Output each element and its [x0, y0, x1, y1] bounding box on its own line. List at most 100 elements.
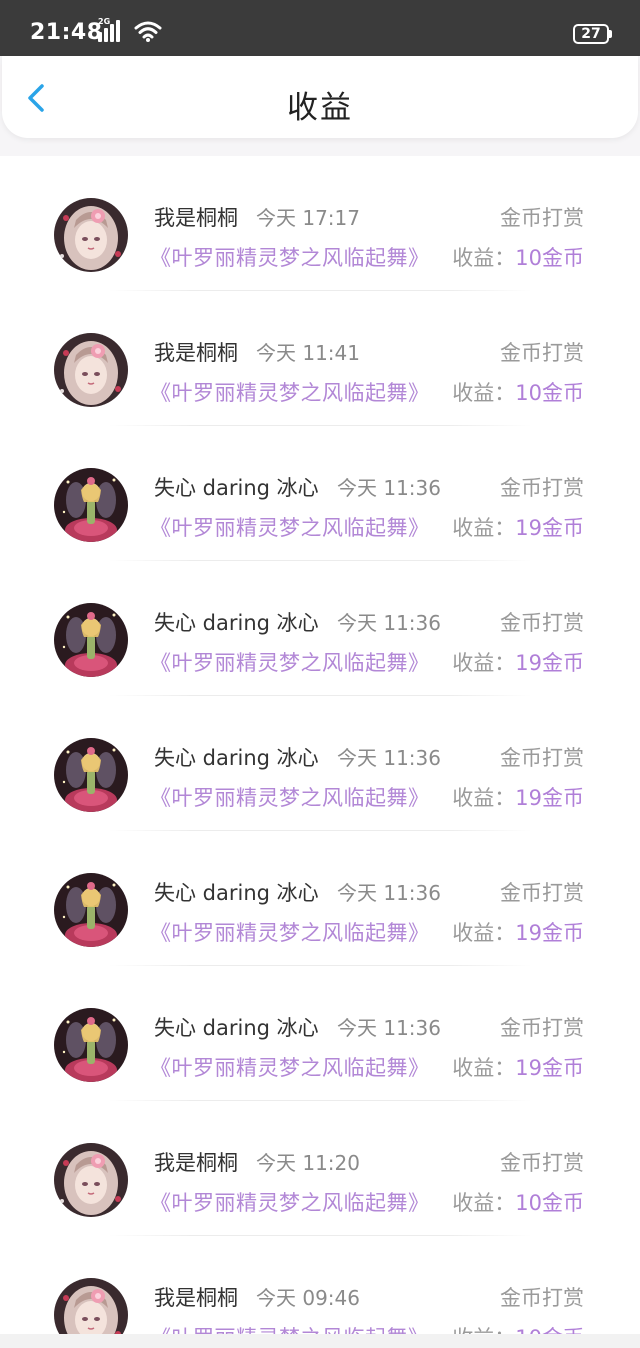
reward-type: 金币打赏	[500, 881, 584, 905]
cellular-signal-icon: 2G	[98, 17, 120, 42]
entry-time: 今天 11:36	[337, 746, 441, 770]
list-item[interactable]: 失心 daring 冰心 今天 11:36 金币打赏《叶罗丽精灵梦之风临起舞》 收益：…	[0, 966, 640, 1101]
reward-type: 金币打赏	[500, 476, 584, 500]
header: 收益	[2, 56, 638, 138]
income-label: 收益：	[452, 786, 516, 810]
entry-time: 今天 11:41	[256, 341, 360, 365]
work-title-link[interactable]: 《叶罗丽精灵梦之风临起舞》	[150, 242, 430, 272]
list-item[interactable]: 我是桐桐 今天 11:41 金币打赏《叶罗丽精灵梦之风临起舞》 收益：10金币	[0, 291, 640, 426]
entry-time: 今天 11:36	[337, 1016, 441, 1040]
bottom-bar	[0, 1334, 640, 1348]
income-value: 19金币	[515, 1056, 584, 1080]
income-value: 10金币	[515, 246, 584, 270]
income: 收益：19金币	[452, 782, 584, 812]
list-item[interactable]: 我是桐桐 今天 11:20 金币打赏 《叶罗丽精灵梦之风临起舞》 收益：10金币	[0, 1101, 640, 1236]
avatar[interactable]	[54, 1143, 128, 1217]
status-time: 21:48	[30, 20, 103, 45]
avatar[interactable]	[54, 1008, 128, 1082]
status-icons: 2G	[98, 17, 162, 42]
entry-time: 今天 11:36	[337, 611, 441, 635]
list-item[interactable]: 我是桐桐今天 09:46 金币打赏《叶罗丽精灵梦之风临起舞》 收益：10金币	[0, 1236, 640, 1334]
fairy-portrait	[54, 468, 128, 542]
income-value: 19金币	[515, 651, 584, 675]
reward-type: 金币打赏	[500, 1286, 584, 1310]
income: 收益：19金币	[452, 647, 584, 677]
user-name: 我是桐桐	[154, 1151, 238, 1175]
income-label: 收益：	[452, 1326, 515, 1334]
income: 收益：10金币	[452, 377, 584, 407]
status-bar: 21:48 2G 27	[0, 0, 640, 56]
fairy-portrait	[54, 873, 128, 947]
work-title-link[interactable]: 《叶罗丽精灵梦之风临起舞》	[150, 782, 430, 812]
entry-time: 今天 09:46	[256, 1286, 360, 1310]
user-name: 失心 daring 冰心	[154, 1016, 319, 1040]
entry-time: 今天 11:36	[337, 476, 441, 500]
entry-time: 今天 17:17	[256, 206, 360, 230]
battery-icon: 27	[573, 24, 609, 44]
list-item[interactable]: 失心 daring 冰心 今天 11:36 金币打赏《叶罗丽精灵梦之风临起舞》 收益：…	[0, 696, 640, 831]
network-type: 2G	[98, 17, 111, 26]
user-name: 我是桐桐	[154, 341, 238, 365]
doll-portrait	[54, 1278, 128, 1334]
user-name: 失心 daring 冰心	[154, 611, 319, 635]
reward-type: 金币打赏	[500, 746, 584, 770]
reward-type: 金币打赏	[500, 611, 584, 635]
battery-tip	[609, 30, 612, 38]
income: 收益：10金币	[452, 1322, 584, 1334]
work-title-link[interactable]: 《叶罗丽精灵梦之风临起舞》	[150, 1322, 430, 1334]
income-label: 收益：	[452, 381, 516, 405]
avatar[interactable]	[54, 198, 128, 272]
doll-portrait	[54, 333, 128, 407]
income: 收益：10金币	[452, 242, 584, 272]
reward-type: 金币打赏	[500, 1016, 584, 1040]
income-label: 收益：	[452, 651, 516, 675]
user-name: 我是桐桐	[154, 206, 238, 230]
income-value: 10金币	[515, 1191, 584, 1215]
work-title-link[interactable]: 《叶罗丽精灵梦之风临起舞》	[150, 1187, 430, 1217]
work-title-link[interactable]: 《叶罗丽精灵梦之风临起舞》	[150, 917, 430, 947]
user-name: 失心 daring 冰心	[154, 476, 319, 500]
income: 收益：10金币	[452, 1187, 584, 1217]
income-label: 收益：	[452, 246, 516, 270]
income-value: 19金币	[515, 786, 584, 810]
entry-time: 今天 11:20	[256, 1151, 360, 1175]
list-item[interactable]: 失心 daring 冰心 今天 11:36 金币打赏《叶罗丽精灵梦之风临起舞》 收益：…	[0, 561, 640, 696]
user-name: 失心 daring 冰心	[154, 746, 319, 770]
income-label: 收益：	[452, 1056, 516, 1080]
work-title-link[interactable]: 《叶罗丽精灵梦之风临起舞》	[150, 512, 430, 542]
income-label: 收益：	[452, 1191, 516, 1215]
income: 收益：19金币	[452, 917, 584, 947]
list-item[interactable]: 失心 daring 冰心 今天 11:36 金币打赏《叶罗丽精灵梦之风临起舞》 收益：…	[0, 426, 640, 561]
income-value: 19金币	[515, 921, 584, 945]
avatar[interactable]	[54, 873, 128, 947]
doll-portrait	[54, 1143, 128, 1217]
work-title-link[interactable]: 《叶罗丽精灵梦之风临起舞》	[150, 1052, 430, 1082]
income-label: 收益：	[452, 921, 516, 945]
income-value: 10金币	[515, 381, 584, 405]
page-title: 收益	[287, 90, 353, 126]
work-title-link[interactable]: 《叶罗丽精灵梦之风临起舞》	[150, 647, 430, 677]
avatar[interactable]	[54, 333, 128, 407]
work-title-link[interactable]: 《叶罗丽精灵梦之风临起舞》	[150, 377, 430, 407]
entry-time: 今天 11:36	[337, 881, 441, 905]
avatar[interactable]	[54, 468, 128, 542]
fairy-portrait	[54, 603, 128, 677]
income-list[interactable]: 我是桐桐 今天 17:17 金币打赏 《叶罗丽精灵梦之风临起舞》 收益：10金币 我是桐桐…	[0, 156, 640, 1334]
list-item[interactable]: 失心 daring 冰心 今天 11:36 金币打赏 《叶罗丽精灵梦之风临起舞》 收益：…	[0, 831, 640, 966]
income: 收益：19金币	[452, 512, 584, 542]
reward-type: 金币打赏	[500, 341, 584, 365]
list-item[interactable]: 我是桐桐 今天 17:17 金币打赏《叶罗丽精灵梦之风临起舞》 收益：10金币	[0, 156, 640, 291]
fairy-portrait	[54, 1008, 128, 1082]
income-label: 收益：	[452, 516, 516, 540]
avatar[interactable]	[54, 603, 128, 677]
battery-level: 27	[581, 26, 601, 42]
income: 收益：19金币	[452, 1052, 584, 1082]
income-value: 19金币	[515, 516, 584, 540]
avatar[interactable]	[54, 738, 128, 812]
avatar[interactable]	[54, 1278, 128, 1334]
income-value: 10金币	[515, 1326, 584, 1334]
user-name: 我是桐桐	[154, 1286, 238, 1310]
doll-portrait	[54, 198, 128, 272]
wifi-icon	[134, 21, 162, 42]
reward-type: 金币打赏	[500, 206, 584, 230]
